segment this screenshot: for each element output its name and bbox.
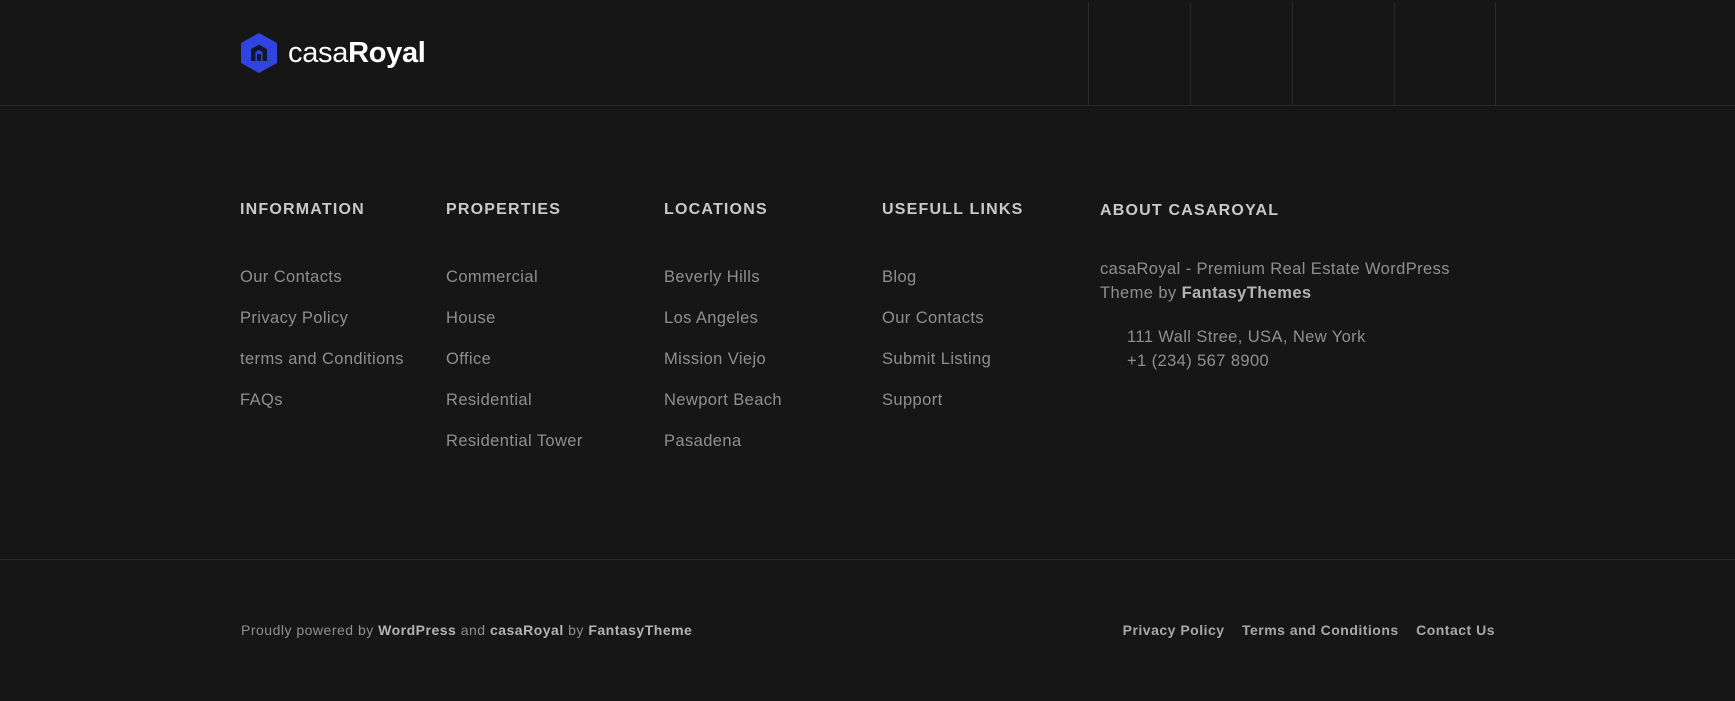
contact-info: 111 Wall Stree, USA, New York +1 (234) 5…	[1127, 325, 1366, 373]
list-item: Our Contacts	[240, 267, 404, 308]
column-heading: PROPERTIES	[446, 201, 562, 218]
list-item: Residential Tower	[446, 431, 583, 472]
list-item: Pasadena	[664, 431, 782, 472]
list-item: FAQs	[240, 390, 404, 431]
footer-link[interactable]: Beverly Hills	[664, 268, 760, 286]
topbar-divider	[1088, 2, 1089, 105]
footer-column-useful-links: USEFULL LINKS Blog Our Contacts Submit L…	[882, 200, 1024, 409]
footer-link[interactable]: Residential	[446, 391, 532, 409]
topbar-cell-1[interactable]	[1088, 2, 1190, 105]
topbar-divider	[1394, 2, 1395, 105]
footer-link[interactable]: Pasadena	[664, 432, 742, 450]
privacy-policy-link[interactable]: Privacy Policy	[1123, 622, 1225, 638]
footer-link[interactable]: Newport Beach	[664, 391, 782, 409]
contact-us-link[interactable]: Contact Us	[1416, 622, 1495, 638]
bottom-nav: Privacy Policy Terms and Conditions Cont…	[1110, 621, 1495, 639]
phone-text: +1 (234) 567 8900	[1127, 352, 1270, 370]
list-item: Newport Beach	[664, 390, 782, 431]
link-list: Commercial House Office Residential Resi…	[446, 267, 583, 472]
fantasytheme-link[interactable]: FantasyTheme	[588, 622, 692, 638]
list-item: Office	[446, 349, 583, 390]
footer-link[interactable]: House	[446, 309, 496, 327]
footer-link[interactable]: Our Contacts	[882, 309, 984, 327]
footer-link[interactable]: Privacy Policy	[240, 309, 348, 327]
topbar-divider	[1190, 2, 1191, 105]
footer-top-bar: casaRoyal	[0, 0, 1735, 106]
list-item: Submit Listing	[882, 349, 991, 390]
footer-link[interactable]: Our Contacts	[240, 268, 342, 286]
footer-link[interactable]: Submit Listing	[882, 350, 991, 368]
topbar-cell-3[interactable]	[1293, 2, 1394, 105]
footer-link[interactable]: terms and Conditions	[240, 350, 404, 368]
list-item: Los Angeles	[664, 308, 782, 349]
link-list: Our Contacts Privacy Policy terms and Co…	[240, 267, 404, 431]
footer-link[interactable]: Blog	[882, 268, 917, 286]
column-heading: INFORMATION	[240, 201, 365, 218]
about-description: casaRoyal - Premium Real Estate WordPres…	[1100, 260, 1450, 302]
list-item: Mission Viejo	[664, 349, 782, 390]
about-section: ABOUT CASAROYAL casaRoyal - Premium Real…	[1100, 201, 1500, 370]
footer-link[interactable]: Residential Tower	[446, 432, 583, 450]
footer-link[interactable]: Mission Viejo	[664, 350, 766, 368]
about-heading: ABOUT CASAROYAL	[1100, 202, 1280, 219]
footer-link[interactable]: Office	[446, 350, 491, 368]
list-item: terms and Conditions	[240, 349, 404, 390]
list-item: Privacy Policy	[240, 308, 404, 349]
footer-link[interactable]: Commercial	[446, 268, 538, 286]
footer-column-locations: LOCATIONS Beverly Hills Los Angeles Miss…	[664, 200, 782, 450]
link-list: Beverly Hills Los Angeles Mission Viejo …	[664, 267, 782, 472]
topbar-cell-2[interactable]	[1191, 2, 1292, 105]
list-item: Commercial	[446, 267, 583, 308]
bottom-divider	[0, 559, 1735, 560]
footer-column-information: INFORMATION Our Contacts Privacy Policy …	[240, 200, 404, 409]
brand-wordmark: casaRoyal	[288, 36, 426, 69]
column-heading: USEFULL LINKS	[882, 201, 1024, 218]
footer-page: casaRoyal INFORMATION Our Contacts Priva…	[0, 0, 1735, 701]
list-item: Support	[882, 390, 991, 431]
address-text: 111 Wall Stree, USA, New York	[1127, 328, 1366, 346]
column-heading: LOCATIONS	[664, 201, 768, 218]
footer-column-properties: PROPERTIES Commercial House Office Resid…	[446, 200, 582, 450]
casaroyal-link[interactable]: casaRoyal	[490, 622, 564, 638]
footer-link[interactable]: FAQs	[240, 391, 283, 409]
list-item: Beverly Hills	[664, 267, 782, 308]
brand-logo[interactable]: casaRoyal	[240, 32, 426, 74]
list-item: Our Contacts	[882, 308, 991, 349]
footer-link[interactable]: Los Angeles	[664, 309, 758, 327]
fantasythemes-link[interactable]: FantasyThemes	[1182, 284, 1312, 302]
list-item: Blog	[882, 267, 991, 308]
link-list: Blog Our Contacts Submit Listing Support	[882, 267, 991, 431]
topbar-divider	[1495, 2, 1496, 105]
list-item: House	[446, 308, 583, 349]
footer-link[interactable]: Support	[882, 391, 943, 409]
topbar-divider	[1292, 2, 1293, 105]
hexagon-logo-icon	[241, 33, 277, 73]
wordpress-link[interactable]: WordPress	[378, 622, 456, 638]
topbar-cell-4[interactable]	[1395, 2, 1495, 105]
list-item: Residential	[446, 390, 583, 431]
terms-and-conditions-link[interactable]: Terms and Conditions	[1242, 622, 1399, 638]
powered-by-credits: Proudly powered by WordPress and casaRoy…	[241, 622, 693, 638]
